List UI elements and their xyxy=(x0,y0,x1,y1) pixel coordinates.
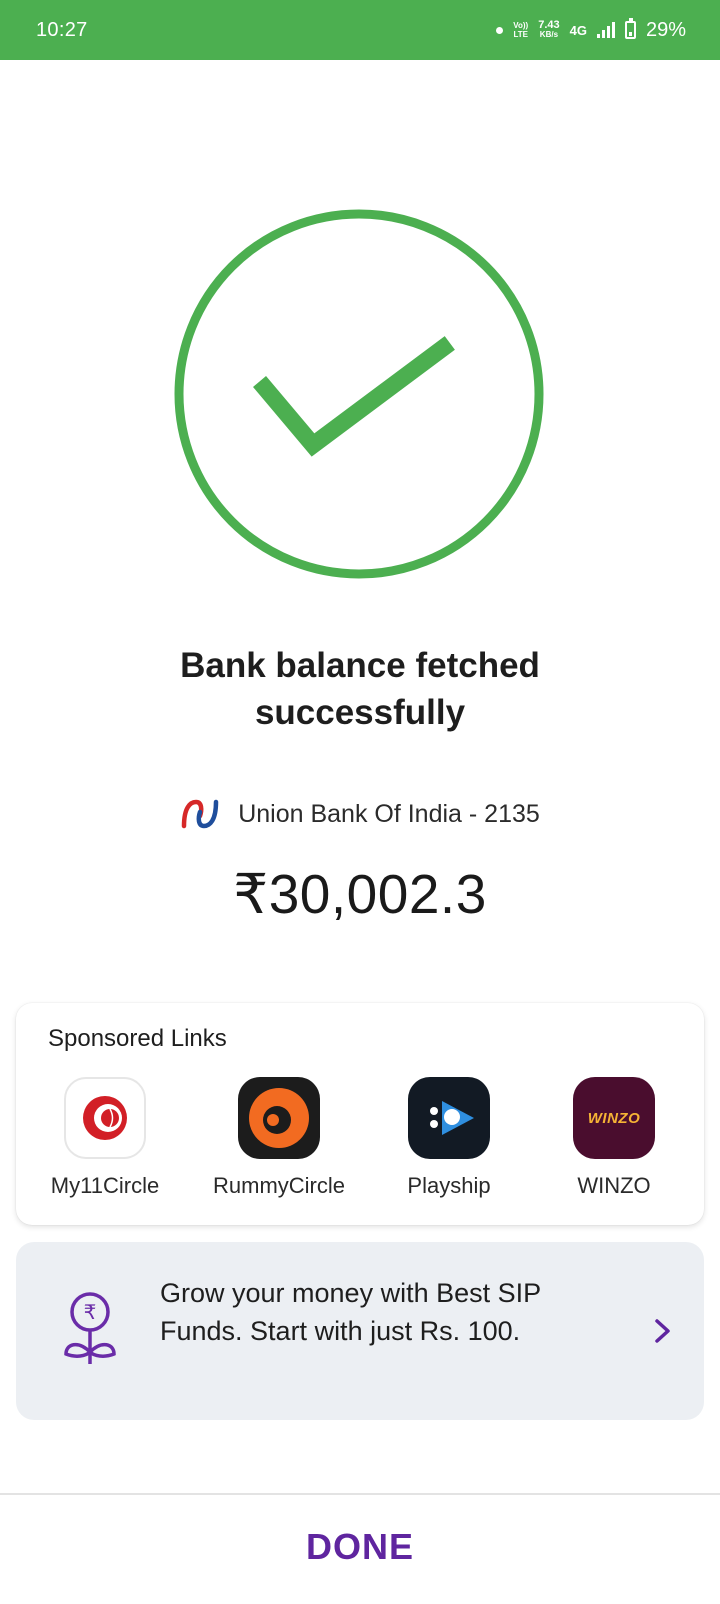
rummycircle-icon xyxy=(238,1077,320,1159)
success-check-icon xyxy=(174,209,544,579)
balance-amount: ₹30,002.3 xyxy=(233,863,487,925)
volte-indicator: Vo)) LTE xyxy=(513,21,529,39)
status-bar: 10:27 Vo)) LTE 7.43 KB/s 4G 29% xyxy=(0,0,720,60)
footer-divider xyxy=(0,1493,720,1495)
sponsor-playship[interactable]: Playship xyxy=(369,1077,529,1199)
network-type: 4G xyxy=(569,22,587,38)
sponsored-links-title: Sponsored Links xyxy=(48,1025,227,1052)
sponsored-links-card: Sponsored Links My11Circle RummyCircle P… xyxy=(16,1003,704,1225)
sponsored-links-list: My11Circle RummyCircle Playship WINZO WI… xyxy=(16,1077,704,1207)
union-bank-logo-icon xyxy=(181,799,219,829)
status-time: 10:27 xyxy=(36,18,88,41)
chevron-right-icon xyxy=(655,1319,670,1343)
bank-account-name: Union Bank Of India - 2135 xyxy=(238,799,540,828)
sponsor-my11circle[interactable]: My11Circle xyxy=(25,1077,185,1199)
money-plant-icon: ₹ xyxy=(64,1292,116,1364)
battery-icon xyxy=(624,18,636,39)
result-headline: Bank balance fetched successfully xyxy=(180,646,540,732)
done-button[interactable]: DONE xyxy=(260,1517,460,1577)
battery-percent: 29% xyxy=(645,18,686,41)
svg-text:₹: ₹ xyxy=(84,1300,97,1324)
network-speed: 7.43 KB/s xyxy=(538,19,560,40)
sponsor-winzo[interactable]: WINZO WINZO xyxy=(534,1077,694,1199)
bank-account-row: Union Bank Of India - 2135 xyxy=(0,798,720,830)
signal-strength-icon xyxy=(596,22,615,38)
winzo-icon: WINZO xyxy=(573,1077,655,1159)
sip-promo-text: Grow your money with Best SIP Funds. Sta… xyxy=(160,1278,541,1346)
my11circle-icon xyxy=(64,1077,146,1159)
sponsor-rummycircle[interactable]: RummyCircle xyxy=(199,1077,359,1199)
notification-dot-icon xyxy=(496,26,504,34)
sip-promo-card[interactable]: ₹ Grow your money with Best SIP Funds. S… xyxy=(16,1242,704,1420)
status-icons: Vo)) LTE 7.43 KB/s 4G 29% xyxy=(496,18,686,42)
playship-icon xyxy=(408,1077,490,1159)
